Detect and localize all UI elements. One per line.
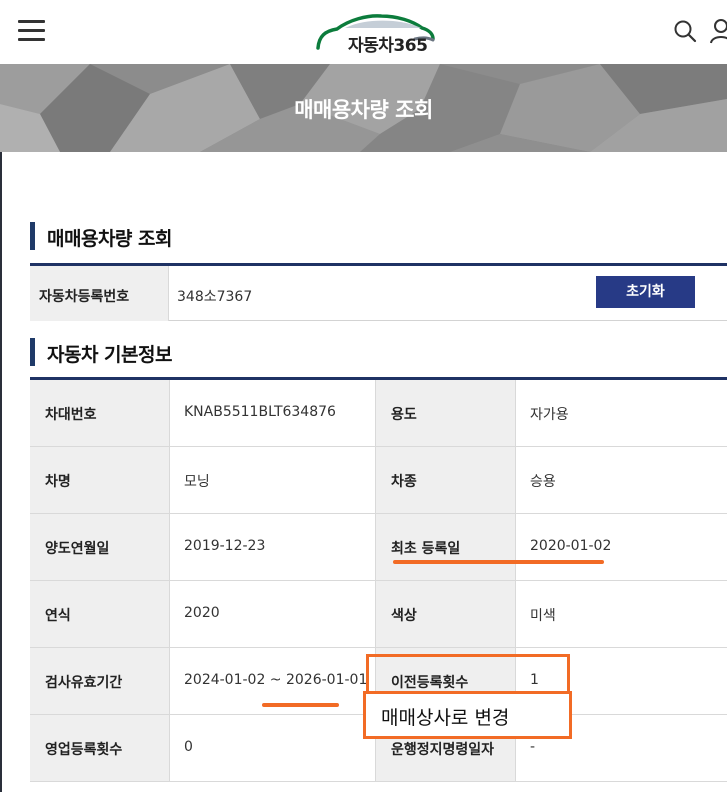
first-registration-label: 최초 등록일 (376, 514, 516, 580)
vehicle-type-value: 승용 (530, 474, 556, 490)
vin-value: KNAB5511BLT634876 (170, 380, 376, 446)
annotation-underline-inspection-end (262, 703, 339, 707)
logo-text: 자동차365 (348, 36, 428, 56)
heading-accent-bar (30, 222, 35, 250)
registration-number-label: 자동차등록번호 (30, 266, 169, 321)
usage-value: 자가용 (530, 407, 569, 423)
transfer-date-label: 양도연월일 (30, 514, 170, 580)
page-title: 매매용차량 조회 (294, 98, 433, 122)
hamburger-menu-icon[interactable] (18, 20, 46, 42)
reset-button[interactable]: 초기화 (596, 276, 695, 308)
user-icon[interactable] (710, 18, 727, 44)
table-row: 양도연월일 2019-12-23 최초 등록일 2020-01-02 (30, 514, 727, 581)
inspection-period-label: 검사유효기간 (30, 648, 170, 714)
transfer-date-value: 2019-12-23 (170, 514, 376, 580)
vehicle-type-label: 차종 (376, 447, 516, 513)
heading-accent-bar (30, 338, 35, 366)
color-value: 미색 (530, 608, 556, 624)
business-registration-count-value: 0 (170, 715, 376, 781)
page-banner: 매매용차량 조회 (0, 64, 727, 152)
model-year-value: 2020 (170, 581, 376, 647)
table-row: 연식 2020 색상 미색 (30, 581, 727, 648)
vin-label: 차대번호 (30, 380, 170, 446)
section-heading-text: 자동차 기본정보 (47, 344, 172, 366)
model-year-label: 연식 (30, 581, 170, 647)
section-heading-text: 매매용차량 조회 (47, 228, 172, 250)
table-row: 차대번호 KNAB5511BLT634876 용도 자가용 (30, 380, 727, 447)
model-value: 모닝 (170, 447, 376, 513)
annotation-underline-first-registration (393, 560, 604, 564)
table-row: 차명 모닝 차종 승용 (30, 447, 727, 514)
business-registration-count-label: 영업등록횟수 (30, 715, 170, 781)
search-form: 자동차등록번호 348소7367 초기화 (30, 263, 727, 321)
color-label: 색상 (376, 581, 516, 647)
registration-number-value: 348소7367 (177, 289, 253, 305)
top-header: 자동차365 (0, 0, 727, 64)
usage-label: 용도 (376, 380, 516, 446)
left-border (0, 152, 2, 792)
site-logo[interactable]: 자동차365 (315, 12, 437, 56)
search-icon[interactable] (673, 19, 697, 43)
annotation-note: 매매상사로 변경 (363, 691, 572, 739)
first-registration-value: 2020-01-02 (530, 538, 612, 554)
model-label: 차명 (30, 447, 170, 513)
